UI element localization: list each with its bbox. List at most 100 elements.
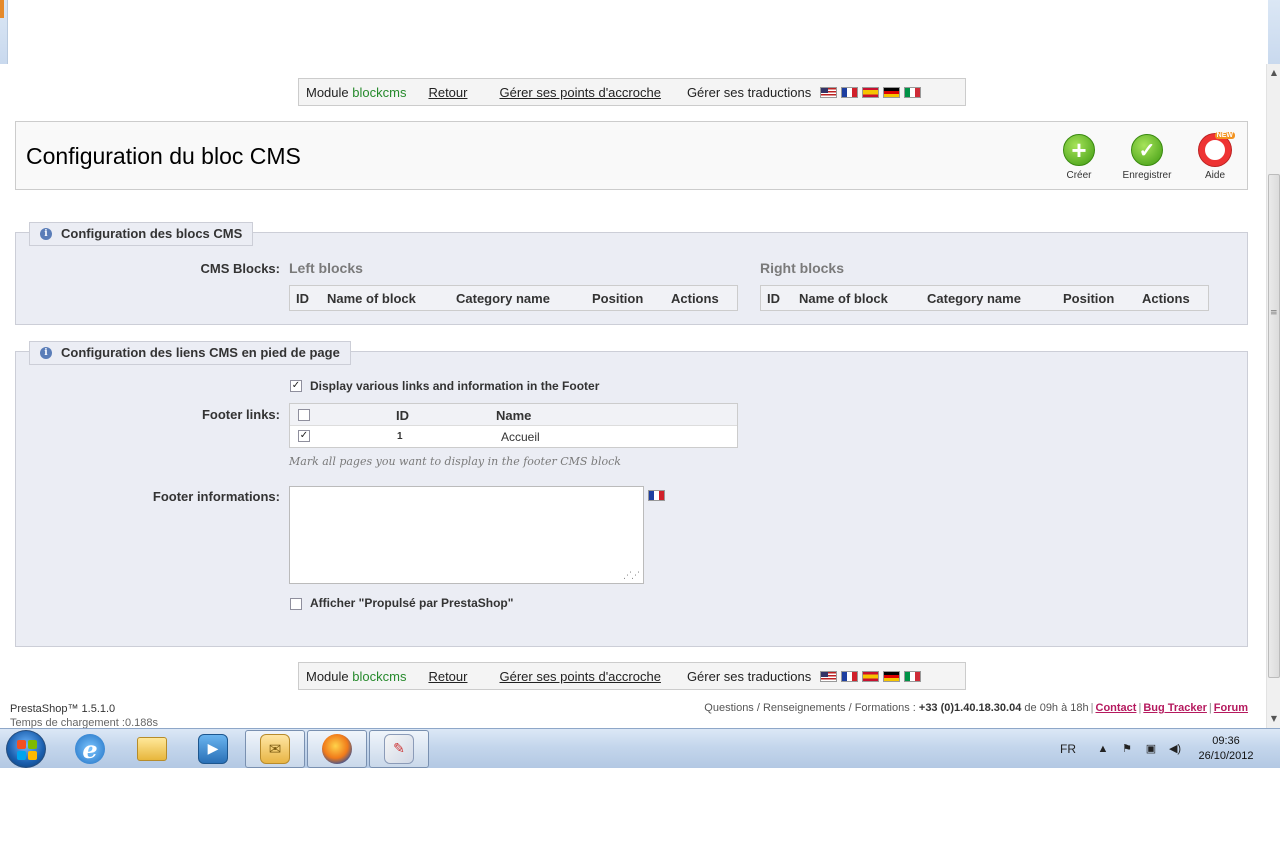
taskbar-media-player[interactable]: ▶: [183, 730, 243, 768]
page-footer-links: Questions / Renseignements / Formations …: [704, 702, 1248, 714]
cms-blocks-legend: i Configuration des blocs CMS: [29, 222, 254, 246]
action-center-flag-icon[interactable]: ⚑: [1120, 742, 1134, 756]
module-title: Module blockcms: [306, 669, 406, 684]
taskbar-outlook[interactable]: ✉: [245, 730, 305, 768]
links-table-header: ID Name: [290, 404, 737, 426]
lifebuoy-icon: [1199, 132, 1236, 166]
language-flags: [820, 670, 922, 682]
col-id: ID: [296, 291, 309, 306]
taskbar-explorer[interactable]: [122, 730, 182, 768]
back-link[interactable]: Retour: [428, 85, 467, 100]
cms-blocks-legend-text: Configuration des blocs CMS: [61, 226, 243, 241]
right-blocks-table: ID Name of block Category name Position …: [760, 285, 1209, 311]
system-tray: FR ▲ ⚑ ▣ ◀): [1060, 729, 1192, 769]
save-label: Enregistrer: [1122, 170, 1172, 181]
windows-logo-icon: [17, 740, 37, 760]
paint-icon: ✎: [384, 734, 414, 764]
powered-by-label: Afficher "Propulsé par PrestaShop": [310, 596, 514, 610]
display-footer-links-checkbox[interactable]: [290, 380, 302, 392]
info-icon: i: [40, 347, 52, 359]
col-name: Name of block: [799, 291, 888, 306]
flag-de-icon[interactable]: [883, 86, 901, 98]
flag-fr-icon[interactable]: [648, 490, 665, 501]
footer-links-table: ID Name 1 Accueil: [289, 403, 738, 448]
clock-date: 26/10/2012: [1198, 750, 1254, 762]
resize-grip-icon[interactable]: ⋰⋰: [623, 571, 640, 581]
scroll-thumb[interactable]: [1268, 174, 1280, 678]
taskbar-firefox[interactable]: [307, 730, 367, 768]
taskbar-paint[interactable]: ✎: [369, 730, 429, 768]
back-link[interactable]: Retour: [428, 669, 467, 684]
footer-links-legend: i Configuration des liens CMS en pied de…: [29, 341, 351, 365]
clock[interactable]: 09:36 26/10/2012: [1186, 734, 1266, 764]
window-frame-right: [1268, 0, 1280, 64]
col-id: ID: [396, 408, 409, 423]
left-blocks-title: Left blocks: [289, 260, 363, 276]
module-toolbar-bottom: Module blockcms Retour Gérer ses points …: [298, 662, 966, 690]
col-name: Name: [496, 408, 532, 423]
col-position: Position: [1063, 291, 1115, 306]
manage-hooks-link[interactable]: Gérer ses points d'accroche: [499, 669, 660, 684]
cms-blocks-label: CMS Blocks:: [200, 261, 280, 276]
page-header: Configuration du bloc CMS + Créer ✓ Enre…: [15, 121, 1248, 190]
bug-tracker-link[interactable]: Bug Tracker: [1143, 702, 1207, 714]
manage-translations-label: Gérer ses traductions: [686, 84, 812, 100]
flag-de-icon[interactable]: [883, 670, 901, 682]
scroll-up-icon[interactable]: ▲: [1267, 66, 1280, 80]
media-player-icon: ▶: [198, 734, 228, 764]
volume-icon[interactable]: ◀): [1168, 742, 1182, 756]
display-footer-links-label: Display various links and information in…: [310, 379, 600, 393]
firefox-icon: [322, 734, 352, 764]
col-actions: Actions: [671, 291, 719, 306]
show-hidden-icons-icon[interactable]: ▲: [1096, 742, 1110, 756]
flag-es-icon[interactable]: [862, 86, 880, 98]
col-name: Name of block: [327, 291, 416, 306]
table-row: 1 Accueil: [290, 427, 737, 447]
taskbar-ie[interactable]: e: [60, 730, 120, 768]
taskbar: e ▶ ✉ ✎ FR ▲ ⚑ ▣ ◀) 09:36 26/10/2012: [0, 728, 1280, 768]
flag-en-icon[interactable]: [820, 670, 838, 682]
col-actions: Actions: [1142, 291, 1190, 306]
check-icon: ✓: [1131, 134, 1163, 166]
page-title: Configuration du bloc CMS: [26, 143, 301, 169]
footer-links-legend-text: Configuration des liens CMS en pied de p…: [61, 345, 340, 360]
save-button[interactable]: ✓ Enregistrer: [1112, 134, 1182, 181]
phone-number: +33 (0)1.40.18.30.04: [918, 702, 1022, 714]
scroll-grip-icon: ≡: [1270, 308, 1278, 318]
language-indicator[interactable]: FR: [1060, 742, 1076, 756]
scroll-down-icon[interactable]: ▼: [1267, 712, 1280, 726]
flag-it-icon[interactable]: [904, 670, 922, 682]
help-button[interactable]: Aide: [1180, 132, 1250, 181]
flag-es-icon[interactable]: [862, 670, 880, 682]
flag-fr-icon[interactable]: [841, 670, 859, 682]
col-category: Category name: [456, 291, 550, 306]
forum-link[interactable]: Forum: [1214, 702, 1248, 714]
footer-info-textarea[interactable]: ⋰⋰: [289, 486, 644, 584]
flag-fr-icon[interactable]: [841, 86, 859, 98]
flag-en-icon[interactable]: [820, 86, 838, 98]
footer-links-hint: Mark all pages you want to display in th…: [289, 455, 621, 468]
flag-it-icon[interactable]: [904, 86, 922, 98]
module-label: Module: [306, 84, 349, 100]
manage-hooks-link[interactable]: Gérer ses points d'accroche: [499, 85, 660, 100]
right-blocks-title: Right blocks: [760, 260, 845, 276]
contact-link[interactable]: Contact: [1096, 702, 1137, 714]
col-category: Category name: [927, 291, 1021, 306]
vertical-scrollbar[interactable]: ▲ ≡ ▼: [1266, 64, 1280, 728]
row-id: 1: [397, 431, 403, 442]
page-footer-info: PrestaShop™ 1.5.1.0 Temps de chargement …: [10, 702, 158, 730]
network-icon[interactable]: ▣: [1144, 742, 1158, 756]
window-frame-accent: [0, 0, 4, 18]
footer-links-fieldset: i Configuration des liens CMS en pied de…: [15, 341, 1248, 647]
module-toolbar-top: Module blockcms Retour Gérer ses points …: [298, 78, 966, 106]
row-checkbox[interactable]: [298, 430, 310, 442]
create-button[interactable]: + Créer: [1044, 134, 1114, 181]
version-text: PrestaShop™ 1.5.1.0: [10, 703, 116, 715]
start-button[interactable]: [6, 730, 46, 768]
info-icon: i: [40, 228, 52, 240]
powered-by-checkbox[interactable]: [290, 598, 302, 610]
select-all-checkbox[interactable]: [298, 409, 310, 421]
internet-explorer-icon: e: [75, 734, 105, 764]
clock-time: 09:36: [1212, 735, 1240, 747]
col-id: ID: [767, 291, 780, 306]
